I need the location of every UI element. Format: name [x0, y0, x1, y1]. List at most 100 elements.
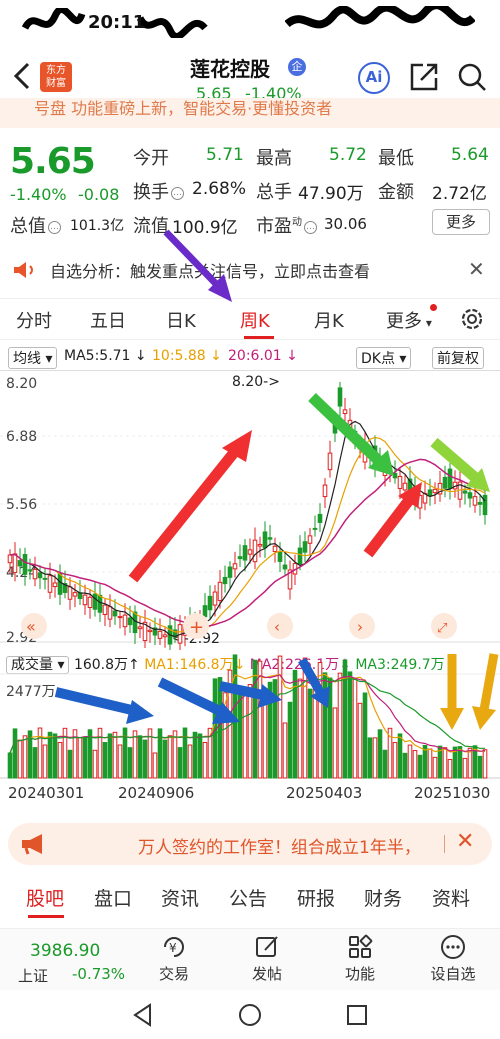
tab-intraday[interactable]: 分时 [16, 307, 52, 333]
candle-body [12, 553, 18, 573]
tab-order-book[interactable]: 盘口 [94, 884, 132, 911]
ma20-value: 20:6.01 ↓ [228, 348, 298, 364]
candle-body [72, 592, 78, 597]
volume-bar [127, 747, 133, 779]
ai-assistant-button[interactable]: Ai [358, 62, 390, 94]
change-percent: -1.40% [10, 185, 67, 204]
candle-body [327, 452, 333, 471]
nav-home-icon[interactable] [237, 1002, 263, 1028]
volume-bar [52, 733, 58, 779]
volume-bar [12, 728, 18, 779]
functions-button[interactable]: 功能 [320, 933, 400, 984]
candle-body [57, 573, 63, 595]
gear-icon[interactable] [458, 305, 486, 333]
y-axis-label: 4.24 [6, 565, 37, 581]
volume-bar [242, 689, 248, 779]
tab-financials[interactable]: 财务 [364, 884, 402, 911]
tab-more[interactable]: 更多 ▾ [386, 307, 432, 333]
volume-bar [217, 677, 223, 779]
y-axis-label: 8.20 [6, 376, 37, 392]
x-axis-date: 20251030 [414, 784, 491, 802]
volume-bar [332, 707, 338, 779]
nav-recents-icon[interactable] [344, 1002, 370, 1028]
step-left-button[interactable]: ‹ [267, 613, 293, 639]
volume-bar [247, 684, 253, 779]
candle-body [212, 591, 218, 606]
share-icon[interactable] [409, 62, 439, 92]
volume-bar [482, 749, 488, 779]
analysis-close-button[interactable]: ✕ [468, 257, 485, 281]
scroll-left-button[interactable]: « [21, 613, 47, 639]
tab-monthly-k[interactable]: 月K [314, 307, 344, 333]
tab-announcements[interactable]: 公告 [229, 884, 267, 911]
analysis-notice[interactable]: 自选分析：触发重点关注信号，立即点击查看 ✕ [0, 252, 500, 288]
search-icon[interactable] [457, 62, 487, 92]
grid-icon [349, 934, 373, 958]
amount-value: 2.72亿 [432, 184, 487, 204]
x-axis-date: 20240906 [118, 784, 195, 802]
speaker-icon [14, 262, 33, 278]
tab-news[interactable]: 资讯 [161, 884, 199, 911]
candle-body [87, 596, 93, 608]
volume-bar [122, 727, 128, 779]
candle-body [37, 572, 43, 579]
step-right-button[interactable]: › [349, 613, 375, 639]
volume-bar [372, 737, 378, 779]
add-watchlist-button[interactable]: 设自选 [413, 933, 493, 984]
volume-bar [412, 750, 418, 779]
candle-body [207, 595, 213, 611]
candle-body [102, 604, 108, 615]
tab-weekly-k[interactable]: 周K [240, 307, 270, 333]
volume-bar [202, 741, 208, 779]
candle-body [447, 468, 453, 489]
volume-bar [112, 731, 118, 779]
nav-back-icon[interactable] [130, 1002, 156, 1028]
max-price-marker: 8.20-> [232, 374, 280, 390]
candle-body [267, 537, 273, 540]
ma-mode-select[interactable]: 均线 ▾ [8, 347, 58, 369]
volume-bar [82, 737, 88, 779]
svg-text:¥: ¥ [169, 941, 177, 955]
volume-bar [477, 755, 483, 779]
trade-button[interactable]: ¥ 交易 [134, 933, 214, 984]
volume-value: 47.90万 [298, 184, 364, 204]
candle-body [247, 549, 253, 555]
candle-body [312, 527, 318, 530]
tab-profile[interactable]: 资料 [432, 884, 470, 911]
zoom-in-button[interactable]: + [183, 613, 209, 639]
dk-point-select[interactable]: DK点 ▾ [356, 347, 412, 369]
volume-bar [257, 660, 263, 779]
candle-body [52, 582, 58, 588]
volume-bar [62, 727, 68, 779]
back-arrow-icon[interactable] [8, 58, 38, 94]
weekly-k-chart[interactable]: 8.20 6.88 5.56 4.24 2.92 8.20-> <-2.92 «… [0, 370, 500, 650]
candle-body [82, 594, 88, 606]
candle-body [202, 605, 208, 618]
low-label: 最低 [378, 148, 414, 169]
feature-banner[interactable]: 号盘 功能重磅上新，智能交易·更懂投资者 [0, 98, 500, 128]
candle-body [307, 535, 313, 544]
volume-chart[interactable]: 2477万 [0, 652, 500, 782]
ma20-line [9, 458, 486, 627]
bottom-action-bar: 3986.90 上证 -0.73% ¥ 交易 发帖 功能 设自选 [0, 928, 500, 990]
promo-close-button[interactable]: ✕ [456, 829, 474, 854]
candle-body [242, 545, 248, 561]
adjust-select[interactable]: 前复权 [432, 347, 484, 369]
enterprise-badge: 企 [288, 58, 306, 76]
tab-forum[interactable]: 股吧 [26, 884, 64, 911]
candle-body [272, 545, 278, 553]
tab-daily-k[interactable]: 日K [166, 307, 196, 333]
more-quote-button[interactable]: 更多 [432, 209, 490, 235]
post-button[interactable]: 发帖 [227, 933, 307, 984]
fullscreen-button[interactable]: ⤢ [431, 613, 457, 639]
tab-research[interactable]: 研报 [297, 884, 335, 911]
volume-bar [362, 692, 368, 779]
volume-bar [67, 749, 73, 779]
tab-five-day[interactable]: 五日 [90, 307, 126, 333]
svg-text:⤢: ⤢ [437, 621, 447, 636]
candle-body [162, 634, 168, 638]
candle-body [302, 541, 308, 553]
index-name: 上证 [18, 967, 49, 985]
candle-body [97, 594, 103, 613]
promo-banner[interactable]: 万人签约的工作室！组合成立1年半， ✕ [8, 823, 492, 865]
